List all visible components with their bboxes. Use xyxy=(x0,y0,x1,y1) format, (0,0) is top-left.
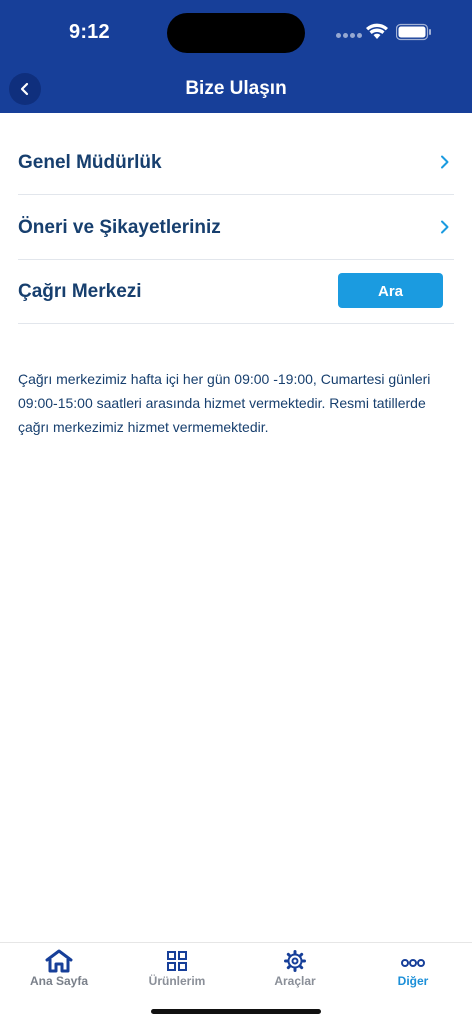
call-center-hours-text: Çağrı merkezimiz hafta içi her gün 09:00… xyxy=(18,371,431,435)
tab-label: Araçlar xyxy=(274,974,316,988)
cellular-signal-icon xyxy=(336,33,362,39)
menu-item-label: Çağrı Merkezi xyxy=(18,281,142,302)
wifi-icon xyxy=(366,23,388,39)
menu-item-oneri-sikayet[interactable]: Öneri ve Şikayetleriniz xyxy=(18,195,454,260)
page-title: Bize Ulaşın xyxy=(185,78,287,99)
more-dots-icon xyxy=(401,959,425,967)
tab-label: Ana Sayfa xyxy=(29,974,89,988)
tab-label: Diğer xyxy=(397,974,429,988)
menu-item-label: Genel Müdürlük xyxy=(18,152,162,173)
call-button[interactable]: Ara xyxy=(338,273,443,308)
gear-icon xyxy=(284,950,306,972)
menu-item-cagri-merkezi: Çağrı Merkezi Ara xyxy=(18,259,454,324)
chevron-right-icon xyxy=(441,155,449,169)
top-bar: 9:12 Bize Ulaşın xyxy=(0,0,472,113)
menu-item-label: Öneri ve Şikayetleriniz xyxy=(18,217,221,238)
home-indicator xyxy=(151,1009,321,1014)
tab-urunlerim[interactable]: Ürünlerim xyxy=(118,943,236,998)
menu-item-genel-mudurluk[interactable]: Genel Müdürlük xyxy=(18,130,454,195)
battery-icon xyxy=(396,23,431,41)
status-time: 9:12 xyxy=(69,21,110,43)
home-icon xyxy=(45,949,73,973)
tab-araclar[interactable]: Araçlar xyxy=(236,943,354,998)
tab-label: Ürünlerim xyxy=(148,974,206,988)
chevron-right-icon xyxy=(441,220,449,234)
grid-icon xyxy=(167,951,187,971)
tab-diger[interactable]: Diğer xyxy=(354,943,472,998)
tab-ana-sayfa[interactable]: Ana Sayfa xyxy=(0,943,118,998)
dynamic-island xyxy=(167,13,305,53)
